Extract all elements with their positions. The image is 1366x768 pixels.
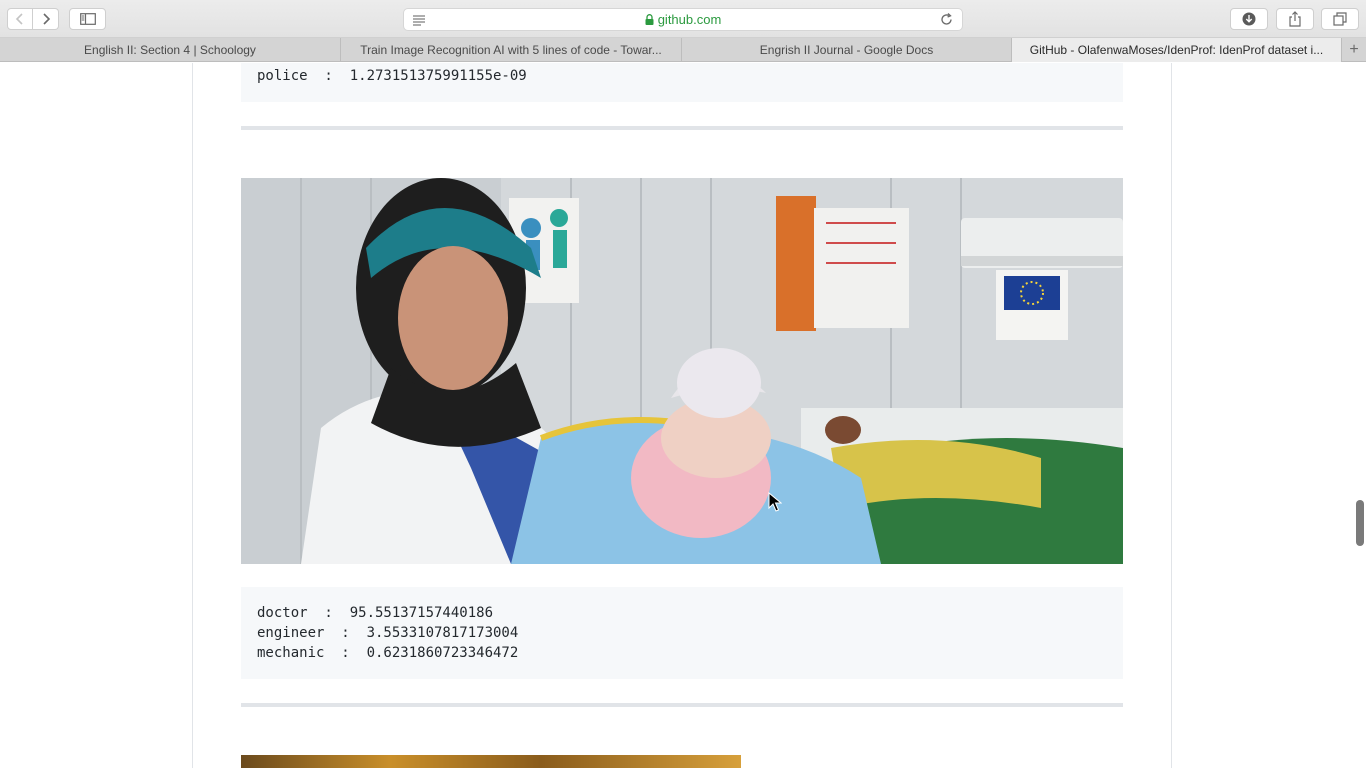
scrollbar-thumb[interactable] xyxy=(1356,500,1364,546)
divider xyxy=(241,126,1123,130)
chevron-right-icon xyxy=(42,13,50,25)
sidebar-icon xyxy=(79,13,96,25)
tab-schoology[interactable]: English II: Section 4 | Schoology xyxy=(0,38,341,62)
tab-github-idenprof[interactable]: GitHub - OlafenwaMoses/IdenProf: IdenPro… xyxy=(1012,38,1342,62)
url-display[interactable]: github.com xyxy=(645,12,722,27)
code-line: police : 1.273151375991155e-09 xyxy=(257,68,527,84)
download-icon xyxy=(1242,12,1256,26)
tab-overview-button[interactable] xyxy=(1321,8,1359,30)
url-text: github.com xyxy=(657,12,722,27)
browser-toolbar: github.com xyxy=(0,0,1366,38)
back-button[interactable] xyxy=(7,8,33,30)
divider xyxy=(241,703,1123,707)
reload-icon[interactable] xyxy=(939,12,954,27)
share-icon xyxy=(1289,11,1301,27)
code-line-engineer: engineer : 3.5533107817173004 xyxy=(257,625,519,641)
prediction-code-block-police: police : 1.273151375991155e-09 xyxy=(241,63,1123,102)
doctor-photo-illustration xyxy=(241,178,1123,564)
prediction-code-block-doctor: doctor : 95.55137157440186 engineer : 3.5… xyxy=(241,587,1123,679)
tab-bar: English II: Section 4 | Schoology Train … xyxy=(0,38,1366,62)
code-line-doctor: doctor : 95.55137157440186 xyxy=(257,605,494,621)
sidebar-button[interactable] xyxy=(69,8,106,30)
new-tab-button[interactable]: + xyxy=(1342,38,1366,61)
lock-icon xyxy=(645,14,654,25)
address-bar[interactable]: github.com xyxy=(403,8,963,31)
tab-towards-ai[interactable]: Train Image Recognition AI with 5 lines … xyxy=(341,38,682,62)
page-viewport: police : 1.273151375991155e-09 doctor: … xyxy=(0,63,1366,768)
chevron-left-icon xyxy=(15,13,23,25)
share-button[interactable] xyxy=(1276,8,1314,30)
doctor-sample-image xyxy=(241,178,1123,564)
code-line-mechanic: mechanic : 0.6231860723346472 xyxy=(257,645,519,661)
mouse-cursor-icon xyxy=(768,492,782,512)
forward-button[interactable] xyxy=(33,8,59,30)
tabs-overview-icon xyxy=(1333,12,1347,26)
tab-google-docs[interactable]: Engrish II Journal - Google Docs xyxy=(682,38,1012,62)
reader-icon[interactable] xyxy=(412,13,426,27)
downloads-button[interactable] xyxy=(1230,8,1268,30)
next-sample-image xyxy=(241,755,741,768)
